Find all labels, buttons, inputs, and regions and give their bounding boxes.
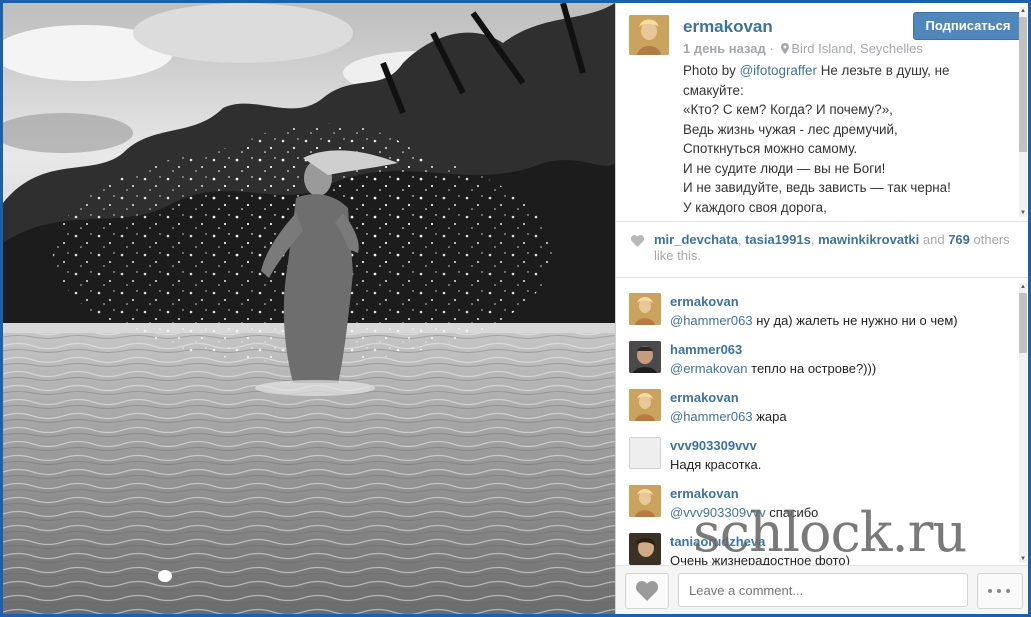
comment-avatar[interactable]: [629, 533, 661, 565]
comment-username[interactable]: ermakovan: [670, 486, 739, 501]
likes-text: mir_devchata, tasia1991s, mawinkikrovatk…: [654, 232, 1010, 263]
ellipsis-icon: [1006, 589, 1010, 593]
likes-section: mir_devchata, tasia1991s, mawinkikrovatk…: [616, 222, 1028, 278]
comment-body: Надя красотка.: [670, 457, 762, 472]
caption-first-line: Photo by @ifotograffer Не лезьте в душу,…: [683, 61, 1003, 100]
comment-mention[interactable]: @hammer063: [670, 313, 753, 328]
comment-body: тепло на острове?))): [751, 361, 877, 376]
comment-footer: [616, 565, 1028, 614]
comment-item: vvv903309vvv Надя красотка.: [616, 429, 1016, 475]
comment-avatar[interactable]: [629, 485, 661, 517]
default-avatar-icon[interactable]: [629, 437, 661, 469]
comment-text: @ermakovan тепло на острове?))): [670, 361, 876, 376]
comment-mention[interactable]: @hammer063: [670, 409, 753, 424]
caption-line: И не завидуйте, ведь зависть — так черна…: [683, 180, 951, 195]
post-photo[interactable]: [3, 3, 615, 614]
comment-body: ну да) жалеть не нужно ни о чем): [756, 313, 958, 328]
owner-username[interactable]: ermakovan: [683, 17, 773, 37]
comment-item: hammer063 @ermakovan тепло на острове?))…: [616, 333, 1016, 379]
liker-link[interactable]: mawinkikrovatki: [818, 232, 919, 247]
ellipsis-icon: [997, 589, 1001, 593]
follow-button[interactable]: Подписаться: [913, 12, 1023, 40]
comment-mention[interactable]: @ermakovan: [670, 361, 748, 376]
scroll-up-arrow-icon[interactable]: ▲: [1019, 283, 1027, 291]
scroll-up-arrow-icon[interactable]: ▲: [1019, 7, 1027, 15]
comment-avatar[interactable]: [629, 293, 661, 325]
comment-username[interactable]: ermakovan: [670, 294, 739, 309]
like-button[interactable]: [625, 573, 669, 609]
comment-input[interactable]: [678, 573, 968, 607]
post-viewer: ermakovan Подписаться 1 день назад · Bir…: [3, 3, 1028, 614]
caption-line: У каждого своя дорога,: [683, 199, 827, 215]
liker-link[interactable]: mir_devchata: [654, 232, 738, 247]
post-meta: 1 день назад · Bird Island, Seychelles: [683, 41, 923, 57]
ellipsis-icon: [988, 589, 992, 593]
caption-scroll-thumb[interactable]: [1019, 17, 1027, 152]
likes-and: and: [922, 232, 945, 247]
comment-body: жара: [756, 409, 787, 424]
comment-username[interactable]: vvv903309vvv: [670, 438, 757, 453]
comments-scrollbar[interactable]: ▲ ▼: [1019, 283, 1027, 563]
liker-link[interactable]: tasia1991s: [745, 232, 811, 247]
owner-avatar[interactable]: [629, 15, 669, 55]
comment-text: @hammer063 ну да) жалеть не нужно ни о ч…: [670, 313, 958, 328]
comment-avatar[interactable]: [629, 389, 661, 421]
comment-item: ermakovan @hammer063 ну да) жалеть не ну…: [616, 285, 1016, 331]
scroll-down-arrow-icon[interactable]: ▼: [1019, 555, 1027, 563]
map-pin-icon: [781, 42, 790, 57]
post-location[interactable]: Bird Island, Seychelles: [791, 41, 923, 56]
caption-scrollbar[interactable]: ▲ ▼: [1019, 7, 1027, 217]
comment-item: ermakovan @hammer063 жара: [616, 381, 1016, 427]
caption-prefix: Photo by: [683, 63, 736, 78]
caption-mention[interactable]: @ifotograffer: [740, 63, 817, 78]
post-time[interactable]: 1 день назад: [683, 41, 766, 56]
caption-line: «Кто? С кем? Когда? И почему?»,: [683, 102, 893, 117]
post-caption: Photo by @ifotograffer Не лезьте в душу,…: [683, 61, 1003, 217]
comment-username[interactable]: ermakovan: [670, 390, 739, 405]
comment-avatar[interactable]: [629, 341, 661, 373]
caption-line: Споткнуться можно самому.: [683, 141, 858, 156]
heart-icon: [631, 234, 644, 252]
post-header: ermakovan Подписаться 1 день назад · Bir…: [616, 3, 1028, 222]
comment-username[interactable]: hammer063: [670, 342, 742, 357]
comment-text: Надя красотка.: [670, 457, 761, 472]
more-options-button[interactable]: [977, 573, 1023, 609]
watermark: schlock.ru: [693, 501, 967, 564]
caption-line: Ведь жизнь чужая - лес дремучий,: [683, 121, 898, 137]
likes-count[interactable]: 769: [948, 232, 970, 247]
heart-icon: [636, 581, 658, 601]
meta-separator: ·: [769, 41, 774, 56]
caption-line: И не судите люди — вы не Боги!: [683, 160, 886, 176]
scroll-down-arrow-icon[interactable]: ▼: [1019, 209, 1027, 217]
comments-scroll-thumb[interactable]: [1019, 293, 1027, 353]
photo-image: [3, 3, 615, 614]
comment-text: @hammer063 жара: [670, 409, 787, 424]
